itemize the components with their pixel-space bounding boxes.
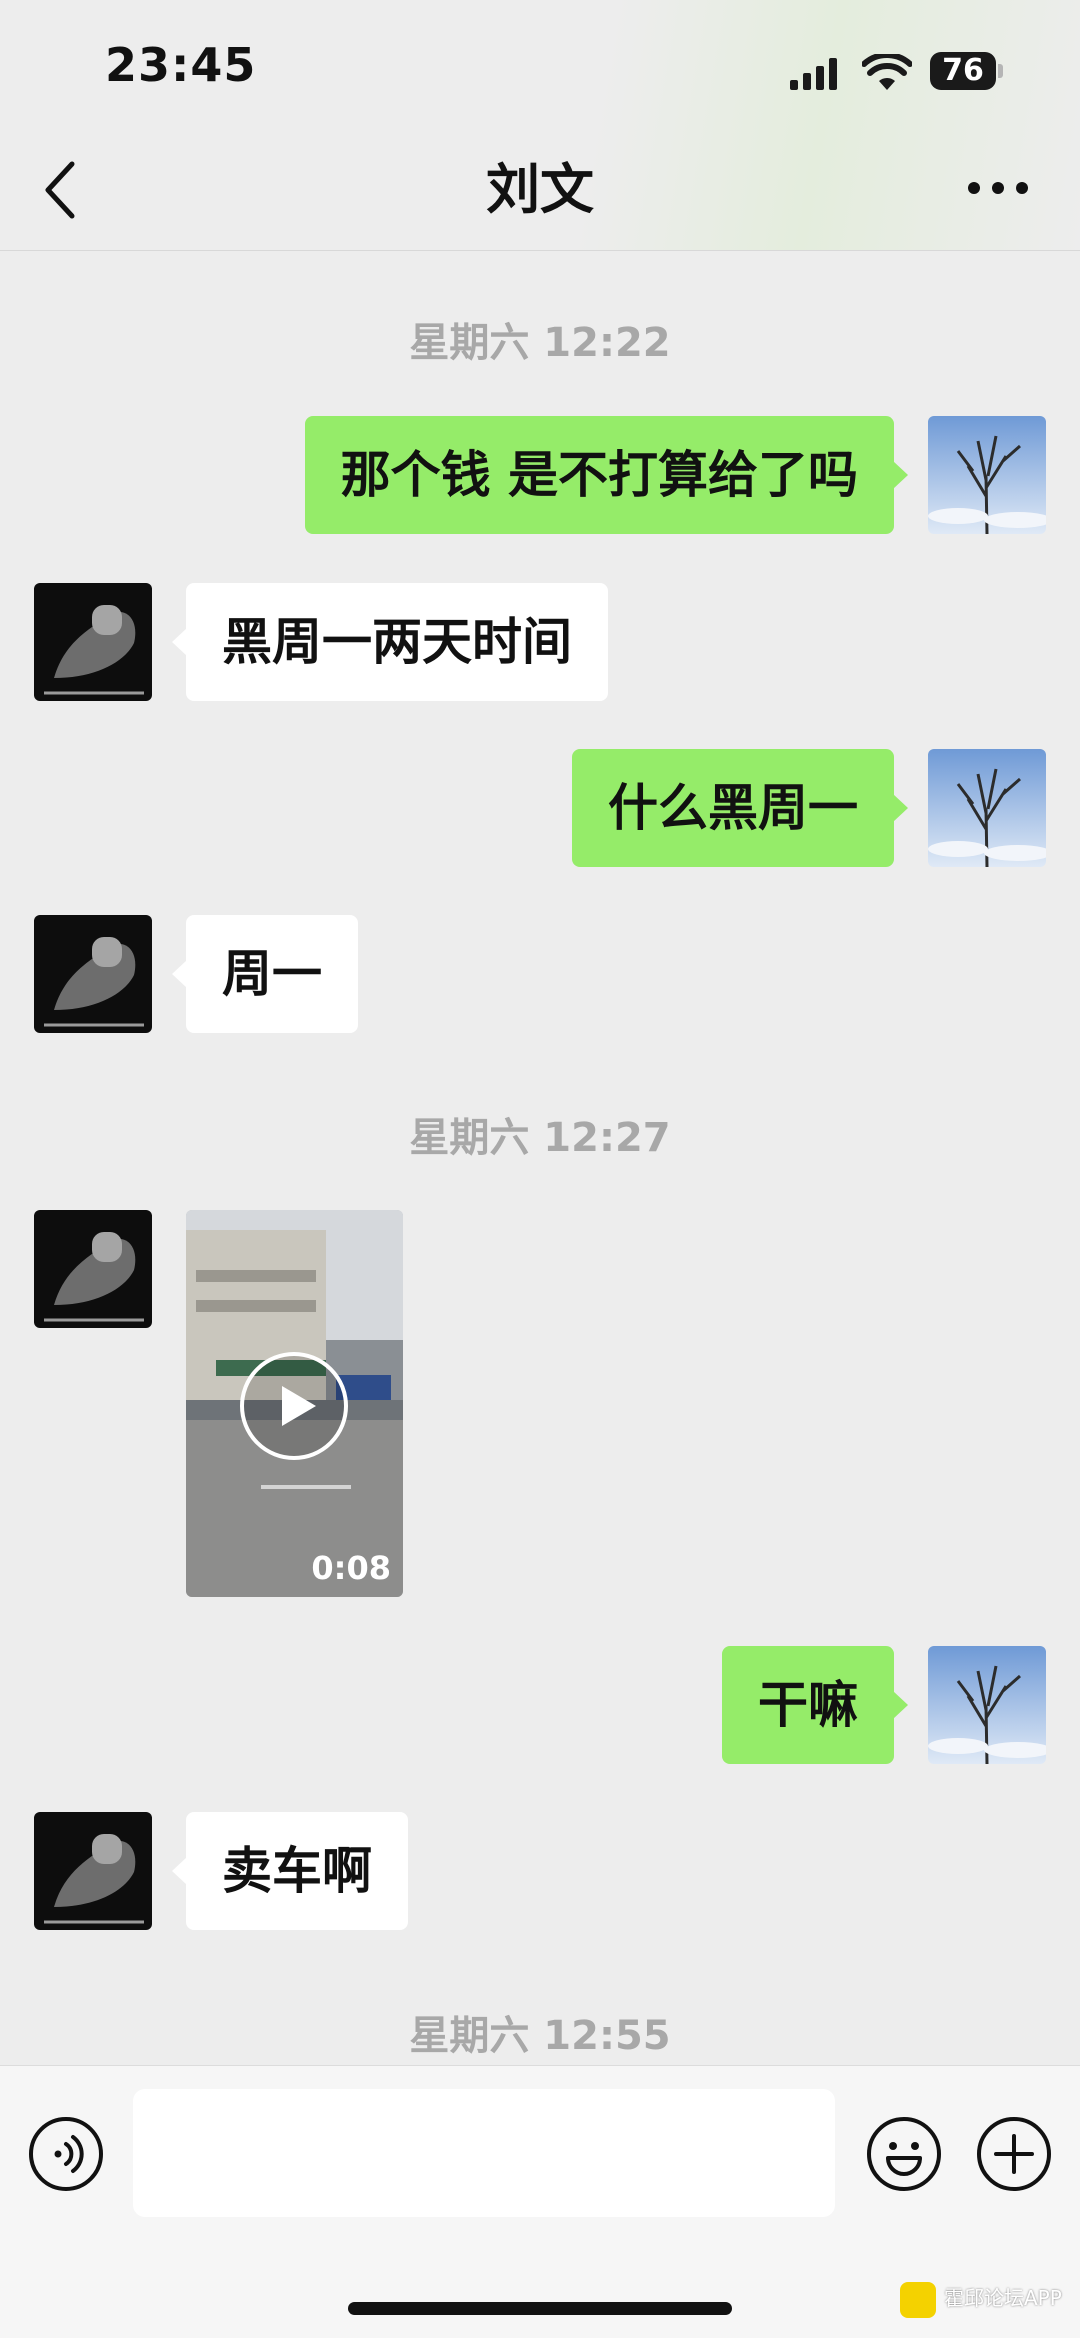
my-avatar[interactable] xyxy=(928,1646,1046,1764)
my-avatar[interactable] xyxy=(928,416,1046,534)
timestamp: 星期六 12:27 xyxy=(409,1115,671,1161)
message-bubble[interactable]: 干嘛 xyxy=(722,1646,908,1764)
my-avatar[interactable] xyxy=(928,749,1046,867)
watermark-logo-icon xyxy=(900,2282,936,2318)
message-bubble[interactable]: 什么黑周一 xyxy=(572,749,908,867)
chat-header: 刘文 xyxy=(0,130,1080,251)
message-bubble[interactable]: 周一 xyxy=(172,915,358,1033)
timestamp: 星期六 12:55 xyxy=(409,2013,671,2059)
video-message[interactable]: 0:08 xyxy=(186,1210,403,1597)
plus-icon[interactable] xyxy=(976,2116,1052,2192)
play-icon[interactable] xyxy=(238,1350,350,1462)
status-bar: 23:45 76 xyxy=(0,0,1080,140)
contact-avatar[interactable] xyxy=(34,915,152,1033)
contact-avatar[interactable] xyxy=(34,1812,152,1930)
watermark: 霍邱论坛APP xyxy=(900,2280,1076,2330)
chevron-left-icon[interactable] xyxy=(40,158,80,222)
more-dots-icon[interactable] xyxy=(966,180,1030,196)
voice-icon[interactable] xyxy=(28,2116,104,2192)
timestamp: 星期六 12:22 xyxy=(409,320,671,366)
message-bubble[interactable]: 黑周一两天时间 xyxy=(172,583,608,701)
contact-avatar[interactable] xyxy=(34,1210,152,1328)
message-input[interactable] xyxy=(133,2089,835,2217)
chat-title: 刘文 xyxy=(486,158,594,221)
battery-level: 76 xyxy=(942,53,984,88)
video-duration: 0:08 xyxy=(311,1549,391,1587)
watermark-text: 霍邱论坛APP xyxy=(944,2286,1062,2310)
contact-avatar[interactable] xyxy=(34,583,152,701)
wifi-icon xyxy=(862,54,912,90)
message-bubble[interactable]: 那个钱 是不打算给了吗 xyxy=(304,416,909,534)
emoji-icon[interactable] xyxy=(866,2116,942,2192)
status-time: 23:45 xyxy=(105,38,257,92)
home-indicator[interactable] xyxy=(348,2302,732,2315)
message-bubble[interactable]: 卖车啊 xyxy=(172,1812,408,1930)
signal-icon xyxy=(790,58,837,90)
battery-indicator: 76 xyxy=(930,52,1004,90)
